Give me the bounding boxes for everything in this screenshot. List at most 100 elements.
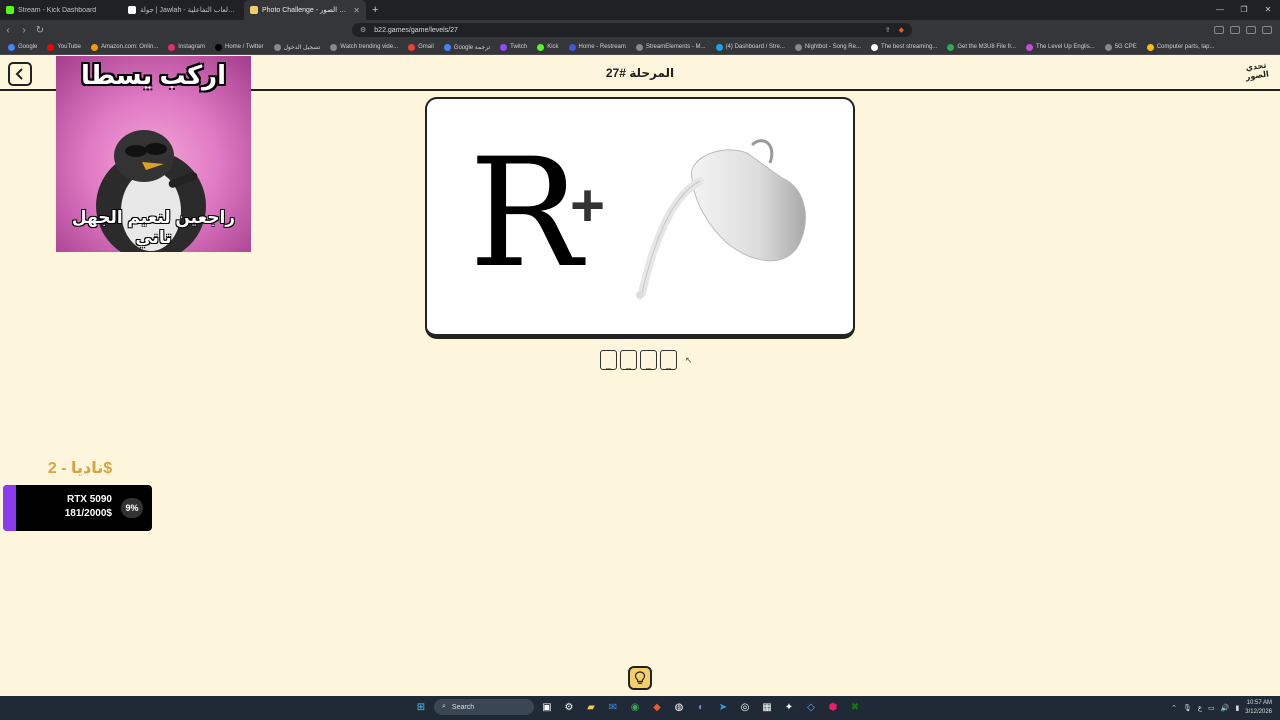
discord-icon[interactable]: ◐ <box>692 698 710 716</box>
answer-slot[interactable]: _ <box>640 350 657 370</box>
lightbulb-icon <box>634 671 646 684</box>
bookmark-icon <box>537 43 545 51</box>
app-icon[interactable]: ✦ <box>780 698 798 716</box>
obs-icon[interactable]: ◎ <box>736 698 754 716</box>
tab-title: جولة | Jawlah - منصة الألعاب التفاعلية <box>140 7 238 14</box>
app-icon[interactable]: ◇ <box>802 698 820 716</box>
app-logo[interactable]: تحدي الصور <box>1242 60 1271 87</box>
steam-icon[interactable]: ◍ <box>670 698 688 716</box>
telegram-icon[interactable]: ➤ <box>714 698 732 716</box>
search-label: Search <box>451 703 475 711</box>
puzzle-letter: R <box>469 127 582 301</box>
browser-tabbar: Stream - Kick Dashboard جولة | Jawlah - … <box>0 0 1280 20</box>
xbox-icon[interactable]: ✖ <box>846 698 864 716</box>
new-tab-icon[interactable]: + <box>366 4 384 16</box>
tab-title: Stream - Kick Dashboard <box>18 6 97 14</box>
bookmark-icon <box>47 43 55 51</box>
reload-icon[interactable]: ↻ <box>32 25 48 36</box>
browser-tab[interactable]: Stream - Kick Dashboard <box>0 0 122 20</box>
bookmark-icon <box>1104 43 1112 51</box>
windows-start-icon[interactable]: ⊞ <box>412 698 430 716</box>
bookmark-icon <box>794 43 802 51</box>
bookmark-item[interactable]: Computer parts, lap... <box>1143 43 1219 51</box>
bookmark-item[interactable]: (4) Dashboard / Stre... <box>712 43 789 51</box>
bookmark-item[interactable]: Google ترجمة <box>440 43 494 51</box>
task-view-icon[interactable]: ▣ <box>538 698 556 716</box>
url-text: b22.games/game/levels/27 <box>374 26 458 34</box>
bookmark-item[interactable]: StreamElements - M... <box>632 43 710 51</box>
chevron-up-icon[interactable]: ⌃ <box>1171 704 1177 712</box>
bookmark-item[interactable]: Get the M3U8 File fr... <box>943 43 1020 51</box>
answer-slot[interactable]: _ <box>660 350 677 370</box>
settings-icon[interactable]: ⚙ <box>560 698 578 716</box>
chrome-icon[interactable]: ◉ <box>626 698 644 716</box>
close-tab-icon[interactable]: ✕ <box>353 6 360 15</box>
answer-slot[interactable]: _ <box>620 350 637 370</box>
extension-icon[interactable] <box>1214 26 1224 34</box>
app-icon[interactable]: ⬢ <box>824 698 842 716</box>
browser-tab[interactable]: جولة | Jawlah - منصة الألعاب التفاعلية <box>122 0 244 20</box>
bookmark-item[interactable]: The Level Up Englis... <box>1022 43 1099 51</box>
bookmark-item[interactable]: Watch trending vide... <box>326 43 402 51</box>
bookmark-icon <box>168 43 176 51</box>
browser-toolbar: ‹ › ↻ ⚙ b22.games/game/levels/27 ⇪ ◆ <box>0 20 1280 40</box>
bookmark-item[interactable]: Kick <box>533 43 562 51</box>
volume-icon[interactable]: 🔊 <box>1221 704 1230 712</box>
bookmark-item[interactable]: The best streaming... <box>867 43 941 51</box>
taskbar-search[interactable]: ⌕ Search <box>434 699 534 715</box>
bookmark-item[interactable]: Nightbot - Song Re... <box>791 43 865 51</box>
goal-name: RTX 5090 <box>66 494 112 505</box>
mail-icon[interactable]: ✉ <box>604 698 622 716</box>
sidebar-icon[interactable] <box>1230 26 1240 34</box>
bookmark-item[interactable]: Home / Twitter <box>211 43 268 51</box>
forward-nav-icon[interactable]: › <box>16 25 32 36</box>
bookmark-item[interactable]: Home - Restream <box>565 43 630 51</box>
battery-icon[interactable]: ▮ <box>1235 704 1239 712</box>
answer-slot[interactable]: _ <box>600 350 617 370</box>
close-window-icon[interactable]: ✕ <box>1256 0 1280 20</box>
taskbar-apps: ⊞ ⌕ Search ▣ ⚙ ▰ ✉ ◉ ◆ ◍ ◐ ➤ ◎ ▦ ✦ ◇ ⬢ ✖ <box>412 698 864 716</box>
site-info-icon[interactable]: ⚙ <box>360 26 366 34</box>
kick-icon <box>6 6 14 14</box>
wallet-icon[interactable] <box>1246 26 1256 34</box>
browser-tab-active[interactable]: Photo Challenge - تحدي الصور ✕ <box>244 0 366 20</box>
bookmark-item[interactable]: Google <box>4 43 41 51</box>
bookmark-icon <box>214 43 222 51</box>
hint-button[interactable] <box>628 666 652 690</box>
extension-icons <box>1214 20 1272 40</box>
file-explorer-icon[interactable]: ▰ <box>582 698 600 716</box>
jawlah-icon <box>128 6 136 14</box>
network-icon[interactable]: ▭ <box>1208 704 1215 712</box>
restore-icon[interactable]: ❐ <box>1232 0 1256 20</box>
share-icon[interactable]: ⇪ <box>885 26 891 34</box>
bookmark-icon <box>408 43 416 51</box>
system-tray: ⌃ 🎙 ع ▭ 🔊 ▮ 10:57 AM 3/12/2026 <box>1171 696 1272 720</box>
bookmark-item[interactable]: تسجيل الدخول <box>270 43 325 51</box>
goal-progress-bar <box>3 485 17 531</box>
minimize-icon[interactable]: — <box>1208 0 1232 20</box>
microphone-icon[interactable]: 🎙 <box>1183 704 1192 712</box>
clock[interactable]: 10:57 AM 3/12/2026 <box>1245 699 1272 717</box>
brave-icon[interactable]: ◆ <box>648 698 666 716</box>
bookmark-icon <box>635 43 643 51</box>
bookmark-item[interactable]: 5G CPE <box>1101 43 1141 51</box>
app-icon[interactable]: ▦ <box>758 698 776 716</box>
bookmark-item[interactable]: YouTube <box>43 43 85 51</box>
bookmark-item[interactable]: Gmail <box>404 43 438 51</box>
back-nav-icon[interactable]: ‹ <box>0 25 16 36</box>
goal-percent-badge: 9% <box>121 498 143 518</box>
bookmark-icon <box>1026 43 1033 51</box>
window-controls: — ❐ ✕ <box>1208 0 1280 20</box>
streamer-webcam-overlay: اركب يسطا راجعين لنعيم الجهل تاني <box>56 56 251 252</box>
address-bar[interactable]: ⚙ b22.games/game/levels/27 ⇪ ◆ <box>352 23 912 37</box>
puzzle-card: R + <box>425 97 855 339</box>
bookmark-item[interactable]: Instagram <box>164 43 209 51</box>
keyboard-language-icon[interactable]: ع <box>1198 704 1202 712</box>
bookmark-icon <box>500 43 508 51</box>
mouse-cursor-icon: ↖ <box>685 355 693 365</box>
brave-shield-icon[interactable]: ◆ <box>899 26 904 34</box>
bookmark-item[interactable]: Amazon.com: Onlin... <box>87 43 162 51</box>
menu-icon[interactable] <box>1262 26 1272 34</box>
webcam-caption-bottom: راجعين لنعيم الجهل تاني <box>71 208 236 247</box>
bookmark-item[interactable]: Twitch <box>496 43 531 51</box>
